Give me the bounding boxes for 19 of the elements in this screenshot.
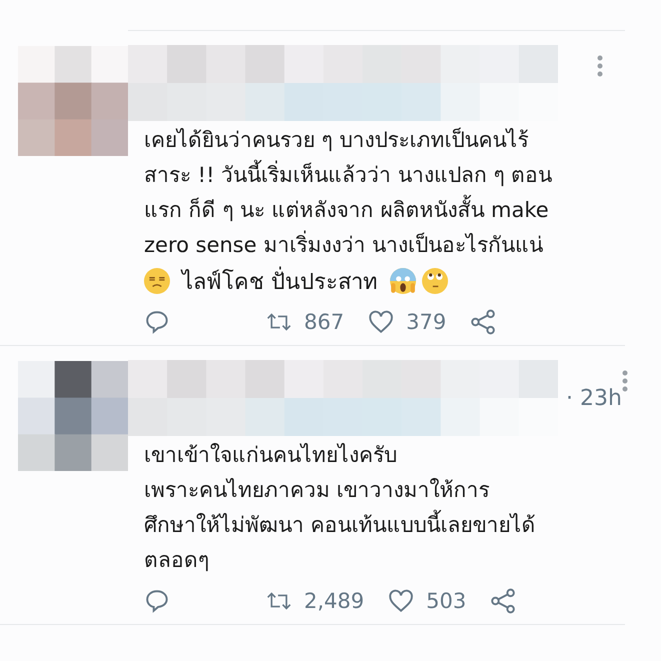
reply-text: เคยได้ยินว่าคนรวย ๆ บางประเภทเป็นคนไร้ สาระ !! วันนี้เริ่มเห็นแล้วว่า นางแปลก ๆ ตอน แรก ก็ดี ๆ นะ แต่หลังจาก ผลิตหนังสั้น make zero sense มาเริ่มงงว่า นางเป็นอะไรกันแน่	[144, 126, 554, 259]
retweet-count: 2,489	[304, 589, 364, 613]
heart-icon[interactable]	[368, 309, 394, 335]
reply-text-line: ไลฟ์โคช ปั่นประสาท	[182, 264, 378, 298]
reply-text: เขาเข้าใจแก่นคนไทยไงครับ เพราะคนไทยภาควม เขาวางมาให้การ ศึกษาให้ไม่พัฒนา คอนเท้นแบบนี้เลยขายได้ ตลอดๆ	[144, 442, 537, 574]
reply-icon[interactable]	[144, 588, 170, 614]
screaming-face-icon	[390, 268, 416, 294]
more-options-icon[interactable]	[622, 370, 628, 392]
share-icon[interactable]	[490, 588, 516, 614]
share-icon[interactable]	[470, 309, 496, 335]
like-count: 379	[406, 310, 446, 334]
more-options-icon[interactable]	[597, 55, 603, 77]
reply-icon[interactable]	[144, 309, 170, 335]
retweet-count: 867	[304, 310, 344, 334]
eye-roll-face-icon	[422, 268, 448, 294]
timestamp: · 23h	[566, 386, 622, 410]
unamused-face-icon	[144, 268, 170, 294]
like-count: 503	[426, 589, 466, 613]
heart-icon[interactable]	[388, 588, 414, 614]
